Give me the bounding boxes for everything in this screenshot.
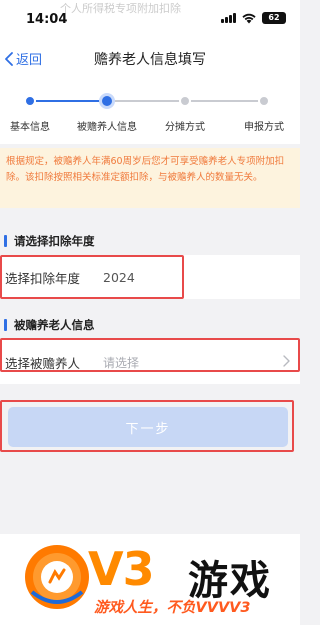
section-title-elderly: 被赡养老人信息	[14, 318, 95, 332]
select-dependent-placeholder: 请选择	[103, 355, 140, 370]
step-label-declaration: 申报方式	[244, 122, 284, 133]
chevron-right-icon	[283, 355, 290, 367]
nav-bar: 返回 赡养老人信息填写	[0, 38, 300, 78]
status-bar: 个人所得税专项附加扣除 14:04 62	[0, 0, 300, 38]
step-connector	[30, 100, 107, 102]
step-dot-basic-info	[24, 95, 36, 107]
step-dot-declaration	[258, 95, 270, 107]
signal-icon	[221, 13, 236, 23]
wifi-icon	[242, 13, 256, 23]
watermark-v3: V3	[88, 542, 155, 596]
next-step-button[interactable]: 下一步	[8, 407, 288, 447]
watermark: V3 游戏 游戏人生，不负VVVV3	[0, 534, 300, 625]
select-dependent-field[interactable]: 选择被赡养人 请选择	[0, 340, 300, 384]
status-time: 14:04	[26, 12, 68, 27]
step-dot-allocation	[179, 95, 191, 107]
status-icons: 62	[221, 12, 286, 24]
step-label-allocation: 分摊方式	[165, 122, 205, 133]
deduction-year-label: 选择扣除年度	[5, 270, 81, 286]
deduction-year-field[interactable]: 选择扣除年度 2024	[0, 255, 300, 299]
overlay-text: 个人所得税专项附加扣除	[60, 2, 181, 15]
section-header-elderly: 被赡养老人信息	[0, 312, 300, 338]
step-label-basic-info: 基本信息	[10, 122, 50, 133]
notice-banner: 根据规定，被赡养人年满60周岁后您才可享受赡养老人专项附加扣除。该扣除按照相关标…	[0, 148, 300, 208]
section-marker	[4, 235, 7, 247]
section-title-year: 请选择扣除年度	[14, 234, 95, 248]
battery-icon: 62	[262, 12, 286, 24]
section-header-year: 请选择扣除年度	[0, 228, 300, 254]
deduction-year-value: 2024	[103, 269, 135, 285]
v3-logo-icon	[25, 545, 89, 609]
section-marker	[4, 319, 7, 331]
step-label-dependent-info: 被赡养人信息	[77, 122, 137, 133]
step-dot-dependent-info	[99, 93, 115, 109]
select-dependent-label: 选择被赡养人	[5, 355, 81, 371]
watermark-slogan: 游戏人生，不负VVVV3	[94, 600, 251, 616]
page-title: 赡养老人信息填写	[94, 52, 206, 68]
progress-stepper: 基本信息 被赡养人信息 分摊方式 申报方式	[0, 78, 300, 144]
